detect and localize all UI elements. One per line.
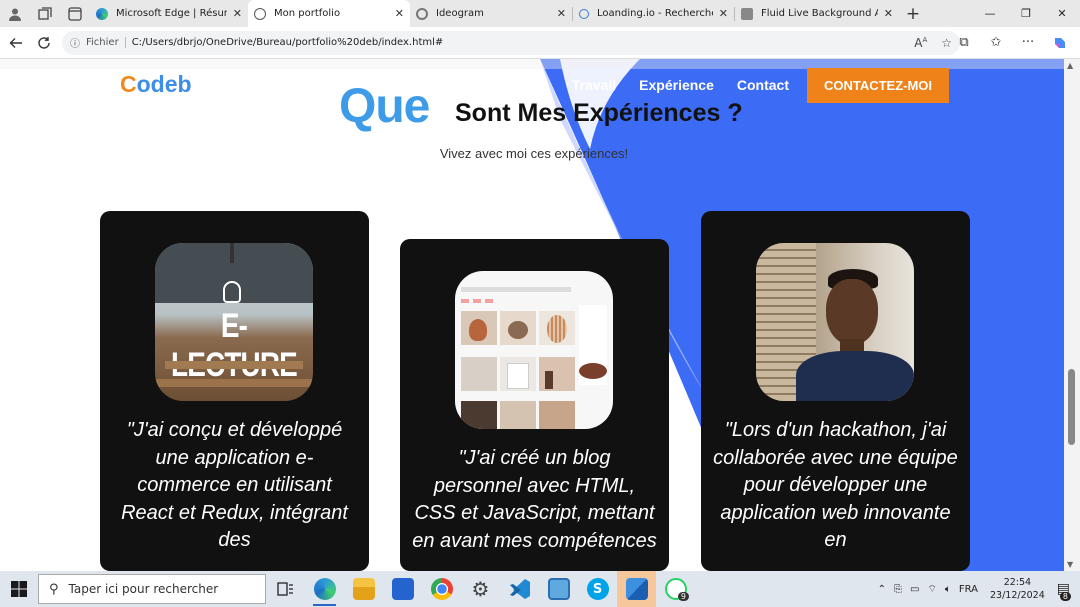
edge-favicon-icon [96, 7, 108, 20]
show-hidden-icons-icon[interactable]: ⌃ [878, 584, 886, 595]
nav-travail[interactable]: Travail [572, 77, 616, 93]
extensions-icon[interactable]: ⧉ [950, 29, 978, 57]
tab-ideogram[interactable]: Ideogram ✕ [410, 0, 572, 27]
scroll-up-icon[interactable]: ▲ [1067, 61, 1073, 70]
nav-contact[interactable]: Contact [737, 77, 789, 93]
language-indicator[interactable]: FRA [959, 584, 978, 595]
tab-title: Ideogram [436, 8, 484, 19]
close-icon[interactable]: ✕ [719, 7, 728, 20]
experience-card: "Lors d'un hackathon, j'ai collaborée av… [701, 211, 970, 571]
tab-actions-icon[interactable] [60, 0, 90, 27]
whatsapp-badge: 9 [677, 592, 689, 601]
experience-quote: "J'ai conçu et développé une application… [121, 419, 348, 552]
url-field[interactable]: ⓘ Fichier C:/Users/dbrjo/OneDrive/Bureau… [62, 30, 960, 55]
vscode-icon[interactable] [500, 571, 539, 607]
system-tray: ⌃ ⎘ ▭ ⌔ 🔈︎ FRA 22:54 23/12/2024 ▤ 8 [874, 571, 1080, 607]
profile-photo-image [756, 243, 914, 401]
contact-me-button[interactable]: CONTACTEZ-MOI [807, 68, 949, 103]
tab-mon-portfolio[interactable]: Mon portfolio ✕ [248, 0, 410, 27]
experience-card: "J'ai créé un blog personnel avec HTML, … [400, 239, 669, 571]
close-icon[interactable]: ✕ [233, 7, 242, 20]
network-icon[interactable]: ⌔ [927, 583, 936, 596]
experience-quote: "J'ai créé un blog personnel avec HTML, … [412, 447, 657, 552]
lightbulb-icon [223, 281, 241, 303]
ideogram-favicon-icon [416, 7, 428, 20]
task-view-icon[interactable] [266, 571, 305, 607]
page-scrollbar[interactable]: ▲ ▼ [1064, 59, 1080, 571]
close-window-icon[interactable]: ✕ [1044, 0, 1080, 27]
clock-date: 23/12/2024 [990, 590, 1045, 601]
file-explorer-icon[interactable] [344, 571, 383, 607]
taskbar-search-input[interactable]: ⚲ Taper ici pour rechercher [38, 574, 266, 604]
experience-card: E-LECTURE "J'ai conçu et développé une a… [100, 211, 369, 571]
nav-experience[interactable]: Expérience [639, 77, 714, 93]
search-icon: ⚲ [49, 581, 59, 597]
file-scheme-label: Fichier [86, 37, 126, 48]
refresh-button[interactable] [30, 29, 58, 57]
toolbar-right: ⧉ ✩ ··· [950, 29, 1074, 57]
e-lecture-image: E-LECTURE [155, 243, 313, 401]
url-actions: AA ☆ [914, 36, 952, 50]
web-page: Codeb Accueil A propos Expertise Travail… [0, 59, 1064, 571]
globe-icon [254, 7, 266, 20]
site-logo[interactable]: Codeb [120, 71, 192, 98]
volume-icon[interactable]: 🔈︎ [945, 584, 951, 595]
clock[interactable]: 22:54 23/12/2024 [990, 576, 1045, 602]
nav-expertise[interactable]: Expertise [486, 77, 549, 93]
tab-fluid-background[interactable]: Fluid Live Background Anim ✕ [735, 0, 899, 27]
back-button[interactable] [2, 29, 30, 57]
tab-title: Microsoft Edge | Résumé d [116, 8, 227, 19]
tab-title: Mon portfolio [274, 8, 341, 19]
window-controls: — ❐ ✕ [972, 0, 1080, 27]
minimize-icon[interactable]: — [972, 0, 1008, 27]
settings-gear-icon[interactable]: ⚙ [461, 571, 500, 607]
address-bar: ⓘ Fichier C:/Users/dbrjo/OneDrive/Bureau… [0, 27, 1080, 59]
start-button[interactable] [0, 571, 38, 607]
remote-desktop-icon[interactable] [539, 571, 578, 607]
page-favicon-icon [741, 7, 753, 20]
whatsapp-icon[interactable]: 9 [656, 571, 695, 607]
chrome-icon[interactable] [422, 571, 461, 607]
new-tab-button[interactable]: + [899, 4, 927, 24]
url-text: C:/Users/dbrjo/OneDrive/Bureau/portfolio… [131, 37, 444, 48]
tab-edge-resume[interactable]: Microsoft Edge | Résumé d ✕ [90, 0, 248, 27]
experience-quote: "Lors d'un hackathon, j'ai collaborée av… [713, 419, 958, 552]
favorites-icon[interactable]: ✩ [982, 29, 1010, 57]
section-title-highlight: Que [339, 80, 430, 133]
meet-now-icon[interactable]: ⎘ [894, 584, 902, 595]
more-icon[interactable]: ··· [1014, 29, 1042, 57]
info-icon[interactable]: ⓘ [70, 35, 80, 50]
close-icon[interactable]: ✕ [557, 7, 566, 20]
photos-icon[interactable] [617, 571, 656, 607]
microsoft-store-icon[interactable] [383, 571, 422, 607]
tab-bar: Microsoft Edge | Résumé d ✕ Mon portfoli… [0, 0, 1080, 27]
section-subtitle: Vivez avec moi ces expériences! [439, 146, 629, 161]
skype-icon[interactable]: S [578, 571, 617, 607]
read-aloud-icon[interactable]: AA [914, 36, 927, 50]
close-icon[interactable]: ✕ [395, 7, 404, 20]
windows-logo-icon [11, 581, 27, 597]
clock-time: 22:54 [1003, 577, 1032, 588]
blog-screenshot-image [455, 271, 613, 429]
copilot-icon[interactable] [1046, 29, 1074, 57]
scrollbar-thumb[interactable] [1068, 369, 1075, 445]
profile-icon[interactable] [0, 0, 30, 27]
section-title: Sont Mes Expériences ? [455, 99, 743, 127]
battery-icon[interactable]: ▭ [910, 584, 919, 595]
scroll-down-icon[interactable]: ▼ [1067, 560, 1073, 569]
windows-taskbar: ⚲ Taper ici pour rechercher ⚙ S 9 ⌃ ⎘ ▭ … [0, 571, 1080, 607]
search-placeholder: Taper ici pour rechercher [68, 582, 219, 596]
tab-title: Loanding.io - Recherche [597, 8, 713, 19]
restore-icon[interactable]: ❐ [1008, 0, 1044, 27]
search-icon [579, 8, 589, 19]
tab-loanding-search[interactable]: Loanding.io - Recherche ✕ [573, 0, 734, 27]
tab-title: Fluid Live Background Anim [761, 8, 878, 19]
notifications-icon[interactable]: ▤ 8 [1057, 581, 1071, 601]
close-icon[interactable]: ✕ [884, 7, 893, 20]
edge-taskbar-icon[interactable] [305, 571, 344, 607]
workspaces-icon[interactable] [30, 0, 60, 27]
